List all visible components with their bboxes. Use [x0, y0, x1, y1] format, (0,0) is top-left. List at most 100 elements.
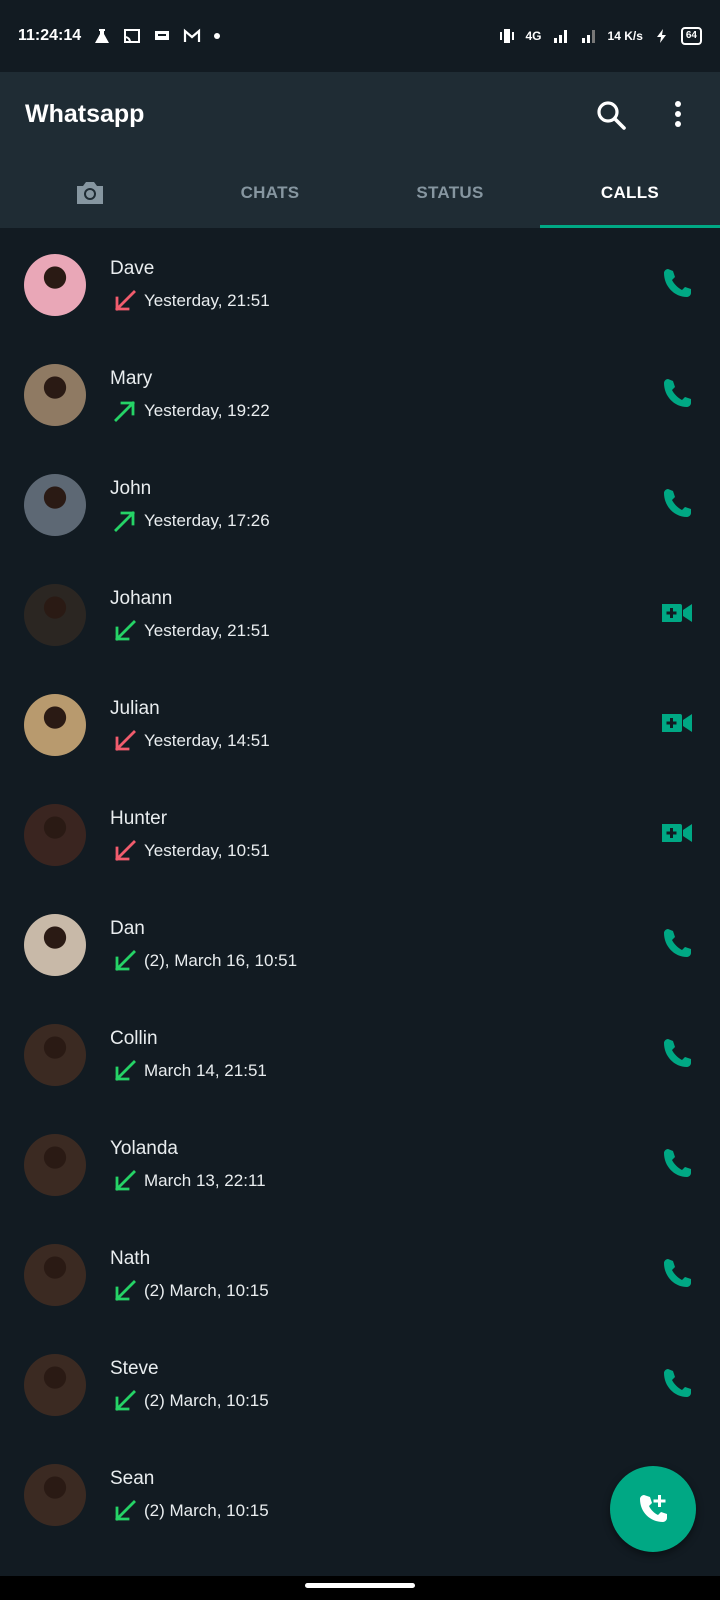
- avatar[interactable]: [24, 804, 86, 866]
- charging-icon: [656, 29, 666, 43]
- video-call-icon[interactable]: [660, 596, 694, 630]
- contact-name: Yolanda: [110, 1138, 178, 1159]
- call-meta: Yesterday, 17:26: [112, 508, 270, 534]
- call-time: Yesterday, 21:51: [144, 621, 270, 640]
- network-type: 4G: [525, 29, 542, 43]
- app-bar: Whatsapp CHATS STATUS CALLS: [0, 72, 720, 228]
- home-indicator[interactable]: [305, 1583, 415, 1588]
- system-nav-bar: [0, 1576, 720, 1600]
- incoming-call-icon: [115, 1060, 136, 1081]
- tab-camera[interactable]: [0, 158, 180, 228]
- tab-calls[interactable]: CALLS: [540, 158, 720, 228]
- video-call-icon[interactable]: [660, 816, 694, 850]
- call-time: March 13, 22:11: [144, 1171, 266, 1190]
- status-time: 11:24:14: [18, 27, 82, 44]
- voice-call-icon[interactable]: [660, 1036, 694, 1070]
- voice-call-icon[interactable]: [660, 1366, 694, 1400]
- call-time: (2) March, 10:15: [144, 1281, 269, 1300]
- contact-name: Dave: [110, 258, 155, 279]
- camera-icon: [77, 182, 103, 204]
- contact-name: Steve: [110, 1358, 159, 1379]
- avatar[interactable]: [24, 364, 86, 426]
- contact-name: Hunter: [110, 808, 168, 829]
- call-meta: Yesterday, 10:51: [112, 838, 270, 864]
- contact-name: John: [110, 478, 152, 499]
- call-meta: Yesterday, 19:22: [112, 398, 270, 424]
- call-meta: March 14, 21:51: [112, 1058, 267, 1084]
- contact-name: Collin: [110, 1028, 158, 1049]
- incoming-call-icon: [115, 950, 136, 971]
- call-row[interactable]: Dave Yesterday, 21:51: [0, 228, 720, 338]
- avatar[interactable]: [24, 254, 86, 316]
- avatar[interactable]: [24, 1134, 86, 1196]
- flask-icon: [95, 29, 110, 43]
- battery-level: 64: [680, 27, 702, 45]
- call-meta: (2) March, 10:15: [112, 1278, 269, 1304]
- call-row[interactable]: Dan (2), March 16, 10:51: [0, 888, 720, 998]
- missed-call-icon: [115, 290, 136, 311]
- call-row[interactable]: Collin March 14, 21:51: [0, 998, 720, 1108]
- call-row[interactable]: Yolanda March 13, 22:11: [0, 1108, 720, 1218]
- call-meta: (2), March 16, 10:51: [112, 948, 297, 974]
- vibrate-icon: [499, 29, 514, 43]
- call-meta: Yesterday, 21:51: [112, 288, 270, 314]
- avatar[interactable]: [24, 1244, 86, 1306]
- voice-call-icon[interactable]: [660, 926, 694, 960]
- app-title: Whatsapp: [25, 100, 145, 128]
- voice-call-icon[interactable]: [660, 486, 694, 520]
- call-time: (2) March, 10:15: [144, 1501, 269, 1520]
- call-row[interactable]: Johann Yesterday, 21:51: [0, 558, 720, 668]
- call-time: Yesterday, 14:51: [144, 731, 270, 750]
- contact-name: Julian: [110, 698, 160, 719]
- call-row[interactable]: Nath (2) March, 10:15: [0, 1218, 720, 1328]
- search-icon[interactable]: [594, 98, 628, 132]
- new-call-button[interactable]: [610, 1466, 696, 1552]
- avatar[interactable]: [24, 1354, 86, 1416]
- gmail-icon: [184, 28, 201, 42]
- status-bar: 11:24:14 4G 14 K/s 64: [0, 0, 720, 72]
- call-meta: (2) March, 10:15: [112, 1498, 269, 1524]
- calls-list: Dave Yesterday, 21:51 Mary Yesterday, 19:22…: [0, 228, 720, 1548]
- call-row[interactable]: Hunter Yesterday, 10:51: [0, 778, 720, 888]
- incoming-call-icon: [115, 1170, 136, 1191]
- outgoing-call-icon: [114, 511, 135, 532]
- voice-call-icon[interactable]: [660, 376, 694, 410]
- call-row[interactable]: John Yesterday, 17:26: [0, 448, 720, 558]
- call-time: Yesterday, 19:22: [144, 401, 270, 420]
- voice-call-icon[interactable]: [660, 266, 694, 300]
- outgoing-call-icon: [114, 401, 135, 422]
- more-options-icon[interactable]: [668, 98, 688, 132]
- call-meta: Yesterday, 14:51: [112, 728, 270, 754]
- call-time: March 14, 21:51: [144, 1061, 267, 1080]
- call-time: (2) March, 10:15: [144, 1391, 269, 1410]
- avatar[interactable]: [24, 694, 86, 756]
- voice-call-icon[interactable]: [660, 1146, 694, 1180]
- contact-name: Mary: [110, 368, 153, 389]
- avatar[interactable]: [24, 1024, 86, 1086]
- avatar[interactable]: [24, 914, 86, 976]
- voice-call-icon[interactable]: [660, 1256, 694, 1290]
- network-speed: 14 K/s: [607, 29, 643, 43]
- call-meta: (2) March, 10:15: [112, 1388, 269, 1414]
- missed-call-icon: [115, 840, 136, 861]
- contact-name: Johann: [110, 588, 173, 609]
- call-row[interactable]: Mary Yesterday, 19:22: [0, 338, 720, 448]
- message-icon: [155, 31, 170, 40]
- signal-icon-2: [581, 30, 595, 43]
- call-meta: March 13, 22:11: [112, 1168, 266, 1194]
- call-time: Yesterday, 21:51: [144, 291, 270, 310]
- call-time: Yesterday, 10:51: [144, 841, 270, 860]
- avatar[interactable]: [24, 584, 86, 646]
- avatar[interactable]: [24, 1464, 86, 1526]
- call-meta: Yesterday, 21:51: [112, 618, 270, 644]
- tab-status[interactable]: STATUS: [360, 158, 540, 228]
- avatar[interactable]: [24, 474, 86, 536]
- call-row[interactable]: Steve (2) March, 10:15: [0, 1328, 720, 1438]
- tab-bar: CHATS STATUS CALLS: [0, 158, 720, 228]
- cast-icon: [124, 29, 141, 43]
- add-call-icon: [640, 1495, 667, 1522]
- call-row[interactable]: Julian Yesterday, 14:51: [0, 668, 720, 778]
- tab-chats[interactable]: CHATS: [180, 158, 360, 228]
- call-time: Yesterday, 17:26: [144, 511, 270, 530]
- video-call-icon[interactable]: [660, 706, 694, 740]
